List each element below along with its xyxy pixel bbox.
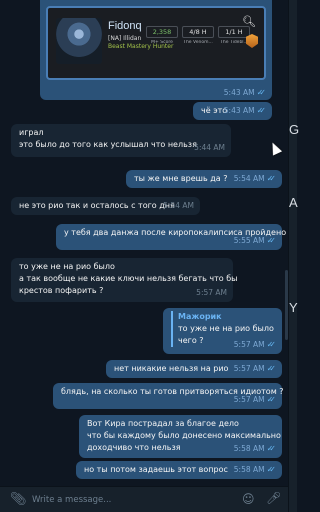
message-composer: 📎︎ ☺ 🎤︎ bbox=[0, 486, 288, 512]
read-check-icon: ✓✓ bbox=[266, 340, 277, 349]
stat-raid-1: 4/8 H The Venom... bbox=[182, 26, 214, 45]
reply-text: то уже не на рио было bbox=[178, 324, 274, 333]
message-text: крестов пофарить ? bbox=[19, 286, 104, 295]
message-bubble-outgoing[interactable]: но ты потом задаешь этот вопрос 5:58 AM ✓… bbox=[76, 461, 282, 479]
message-input[interactable] bbox=[32, 492, 212, 508]
message-time: 5:57 AM bbox=[196, 288, 227, 297]
read-check-icon: ✓✓ bbox=[256, 88, 267, 97]
message-text: что бы каждому было донесено максимально bbox=[87, 431, 281, 440]
stat-score-value: 2,358 bbox=[146, 26, 178, 38]
read-check-icon: ✓✓ bbox=[266, 444, 277, 453]
message-time: 5:58 AM bbox=[233, 444, 265, 453]
message-time: 5:54 AM bbox=[233, 174, 265, 183]
stat-raid-2: 1/1 H The Tidebl... bbox=[218, 26, 250, 45]
mouse-cursor-icon bbox=[267, 140, 283, 156]
message-time: 5:57 AM bbox=[233, 340, 265, 349]
message-bubble-outgoing[interactable]: чё это 5:43 AM ✓✓ bbox=[193, 102, 272, 120]
stat-raid-1-label: The Venom... bbox=[183, 40, 213, 45]
character-card[interactable]: Fidonq [NA] Illidan Beast Mastery Hunter… bbox=[46, 6, 266, 80]
message-bubble-outgoing[interactable]: у тебя два данжа после киропокалипсиса п… bbox=[56, 224, 286, 250]
edge-fragment: Y bbox=[289, 300, 298, 315]
message-bubble-incoming[interactable]: не это рио так и осталось с того дня 5:5… bbox=[11, 197, 200, 215]
microphone-icon[interactable]: 🎤︎ bbox=[266, 491, 281, 505]
read-check-icon: ✓✓ bbox=[266, 465, 277, 474]
message-meta: 5:43 AM ✓✓ bbox=[224, 88, 266, 97]
read-check-icon: ✓✓ bbox=[266, 364, 277, 373]
magnifier-icon[interactable]: 🔍︎ bbox=[242, 15, 256, 28]
stat-raid-2-label: The Tidebl... bbox=[220, 40, 248, 45]
message-bubble-incoming[interactable]: то уже не на рио было а так вообще не ка… bbox=[11, 258, 238, 302]
message-time: 5:43 AM bbox=[223, 88, 255, 97]
message-bubble-outgoing[interactable]: Вот Кира пострадал за благое дело что бы… bbox=[79, 415, 282, 458]
emoji-icon[interactable]: ☺ bbox=[242, 492, 255, 506]
read-check-icon: ✓✓ bbox=[256, 106, 267, 115]
paperclip-icon[interactable]: 📎︎ bbox=[10, 492, 27, 507]
stat-raid-1-value: 4/8 H bbox=[182, 26, 214, 38]
message-bubble-outgoing[interactable]: ты же мне врешь да ? 5:54 AM ✓✓ bbox=[126, 170, 282, 188]
message-time: 5:57 AM bbox=[233, 364, 265, 373]
reply-author: Мажорик bbox=[178, 312, 222, 321]
message-time: 5:55 AM bbox=[233, 236, 265, 245]
character-guild: [NA] Illidan bbox=[108, 35, 142, 42]
message-time: 5:54 AM bbox=[163, 201, 194, 210]
edge-fragment: G bbox=[289, 122, 300, 137]
message-bubble-outgoing[interactable]: нет никакие нельзя на рио 5:57 AM ✓✓ bbox=[106, 360, 282, 378]
read-check-icon: ✓✓ bbox=[266, 395, 277, 404]
message-text: играл bbox=[19, 128, 44, 137]
stat-score: 2,358 M+ Score bbox=[146, 26, 178, 45]
side-panel-edge: G A Y bbox=[288, 0, 300, 512]
read-check-icon: ✓✓ bbox=[266, 174, 277, 183]
message-bubble-reply[interactable]: Мажорик то уже не на рио было чего ? 5:5… bbox=[163, 308, 282, 354]
stat-score-label: M+ Score bbox=[151, 40, 173, 45]
character-name: Fidonq bbox=[108, 20, 142, 32]
message-text: то уже не на рио было bbox=[19, 262, 115, 271]
read-check-icon: ✓✓ bbox=[266, 236, 277, 245]
message-time: 5:57 AM bbox=[233, 395, 265, 404]
chat-window: Fidonq [NA] Illidan Beast Mastery Hunter… bbox=[0, 0, 288, 512]
character-avatar bbox=[56, 18, 102, 64]
shared-card-message[interactable]: Fidonq [NA] Illidan Beast Mastery Hunter… bbox=[40, 0, 272, 100]
message-time: 5:58 AM bbox=[233, 465, 265, 474]
message-text: Вот Кира пострадал за благое дело bbox=[87, 419, 239, 428]
message-time: 5:44 AM bbox=[194, 143, 225, 152]
message-text: а так вообще не какие ключи нельзя бегат… bbox=[19, 274, 238, 283]
message-time: 5:43 AM bbox=[223, 106, 255, 115]
guild-badge-icon bbox=[246, 34, 258, 48]
message-bubble-outgoing[interactable]: блядь, на сколько ты готов притворяться … bbox=[53, 383, 284, 409]
message-bubble-incoming[interactable]: играл это было до того как услышал что н… bbox=[11, 124, 231, 157]
edge-fragment: A bbox=[289, 195, 298, 210]
